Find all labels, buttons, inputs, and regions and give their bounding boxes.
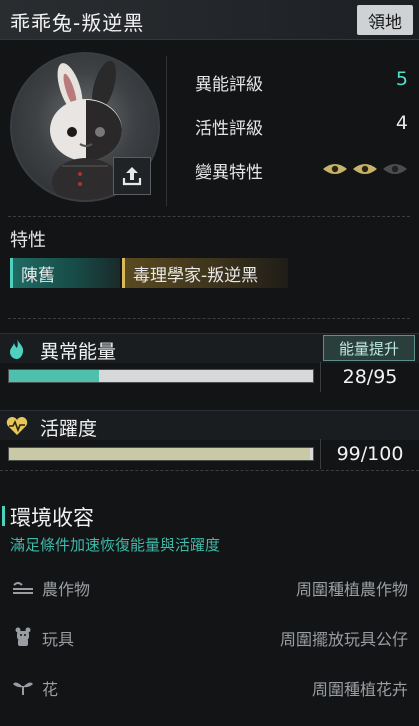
env-accent xyxy=(2,506,5,526)
env-row-crops: 農作物 周圍種植農作物 xyxy=(12,575,410,599)
trait-label: 毒理學家-叛逆黑 xyxy=(133,265,259,286)
environment-subtitle: 滿足條件加速恢復能量與活躍度 xyxy=(10,536,221,554)
env-name: 農作物 xyxy=(42,580,91,599)
stat-label: 變異特性 xyxy=(195,163,263,183)
env-name: 玩具 xyxy=(42,630,75,649)
mutation-eyes xyxy=(322,162,408,176)
stat-value: 5 xyxy=(395,68,408,90)
flower-icon xyxy=(12,677,34,697)
header-bar: 乖乖兔-叛逆黑 領地 xyxy=(0,0,419,40)
share-icon xyxy=(122,167,142,186)
stat-label: 異能評級 xyxy=(195,75,263,95)
creature-name: 乖乖兔-叛逆黑 xyxy=(10,11,145,35)
env-row-toys: 玩具 周圍擺放玩具公仔 xyxy=(12,625,410,649)
env-desc: 周圍種植農作物 xyxy=(295,580,408,599)
activity-bar-fill xyxy=(9,448,310,460)
env-name: 花 xyxy=(42,680,59,699)
energy-title: 異常能量 xyxy=(40,341,117,363)
territory-button[interactable]: 領地 xyxy=(357,5,413,35)
heartbeat-icon xyxy=(5,414,29,438)
trait-tag-old[interactable]: 陳舊 xyxy=(10,258,120,288)
share-button[interactable] xyxy=(113,157,151,195)
energy-bar xyxy=(8,369,314,383)
stat-value: 4 xyxy=(395,112,408,134)
energy-header: 異常能量 能量提升 xyxy=(0,333,419,363)
activity-header: 活躍度 xyxy=(0,410,419,440)
divider-vertical xyxy=(166,56,167,206)
divider xyxy=(0,470,419,471)
energy-bar-fill xyxy=(9,370,99,382)
energy-value: 28/95 xyxy=(320,362,419,392)
crop-icon xyxy=(12,577,34,597)
trait-tag-toxicologist[interactable]: 毒理學家-叛逆黑 xyxy=(122,258,288,288)
activity-bar xyxy=(8,447,314,461)
flame-icon xyxy=(5,337,29,361)
environment-title: 環境收容 xyxy=(10,506,94,530)
activity-value: 99/100 xyxy=(320,439,419,469)
trait-label: 陳舊 xyxy=(21,265,55,286)
stat-ability-rating: 異能評級 5 xyxy=(195,66,410,96)
traits-title: 特性 xyxy=(10,230,46,251)
env-desc: 周圍擺放玩具公仔 xyxy=(279,630,408,649)
eye-icon xyxy=(353,164,377,174)
env-desc: 周圍種植花卉 xyxy=(311,680,408,699)
eye-icon xyxy=(383,164,407,174)
stat-label: 活性評級 xyxy=(195,119,263,139)
env-row-flowers: 花 周圍種植花卉 xyxy=(12,675,410,699)
eye-icon xyxy=(323,164,347,174)
divider xyxy=(8,318,410,319)
stat-mutation-traits: 變異特性 xyxy=(195,154,410,184)
activity-title: 活躍度 xyxy=(40,418,98,440)
divider xyxy=(8,216,410,217)
energy-boost-button[interactable]: 能量提升 xyxy=(323,335,415,361)
toy-icon xyxy=(12,627,34,647)
stat-activity-rating: 活性評級 4 xyxy=(195,110,410,140)
